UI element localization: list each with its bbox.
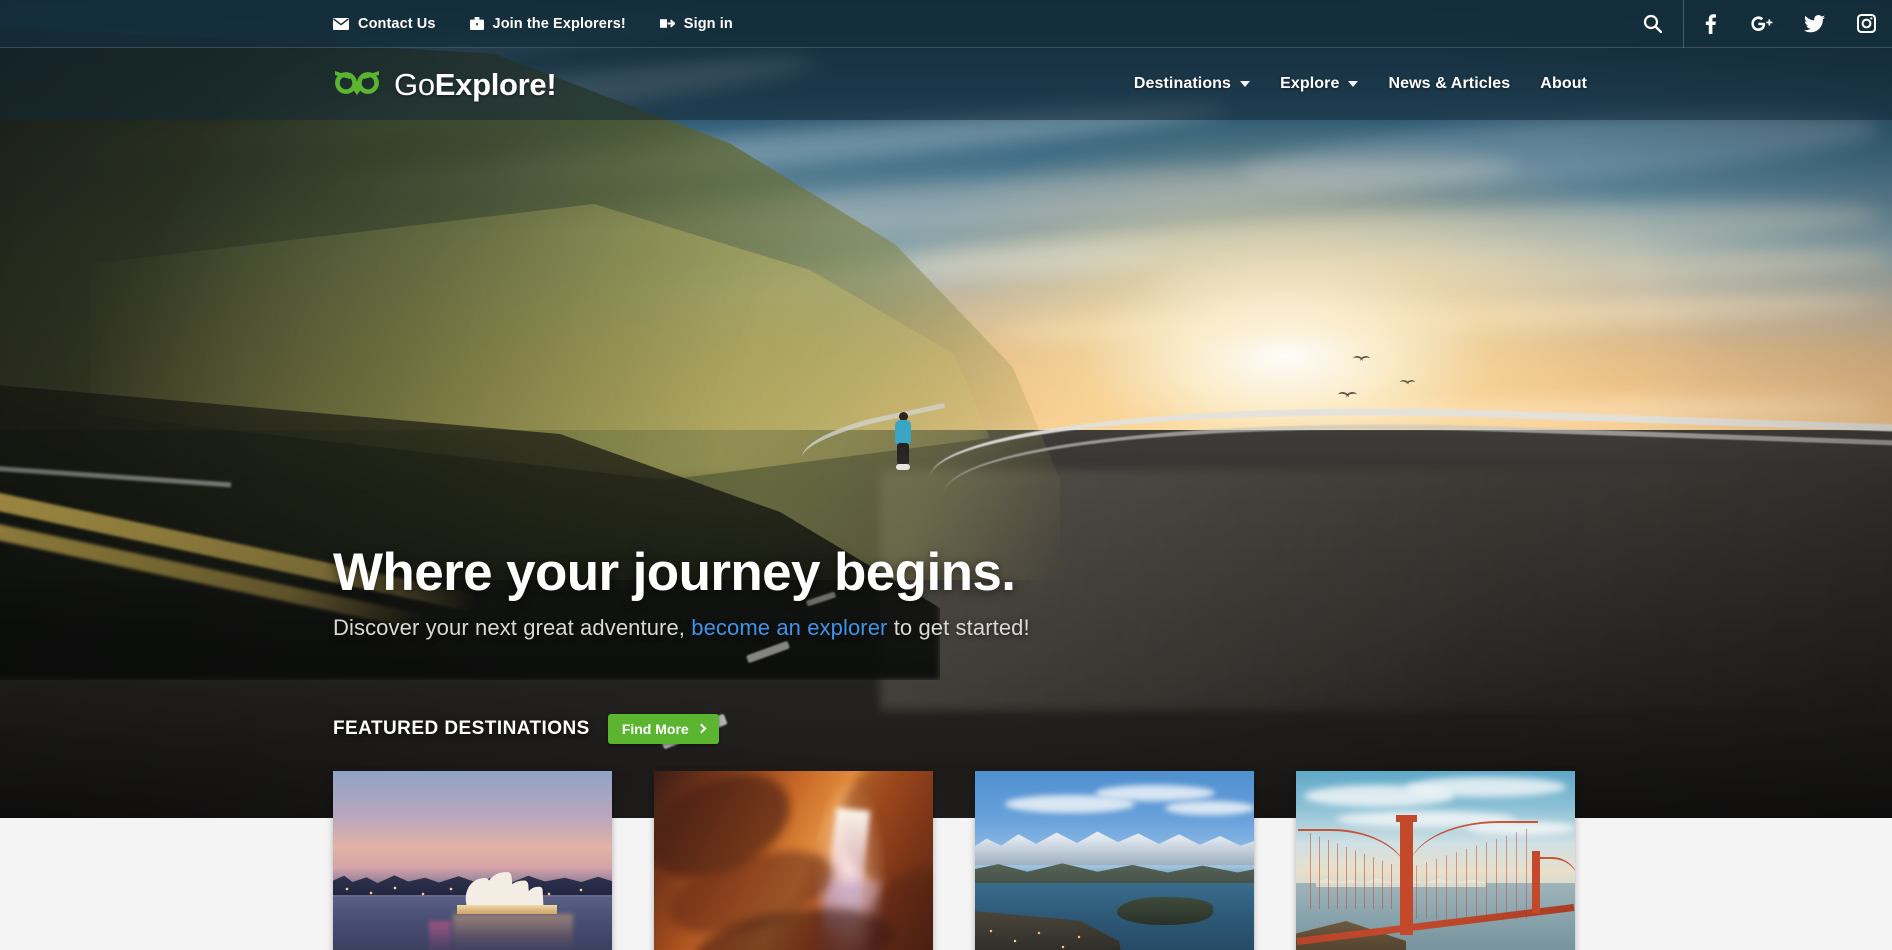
destination-card-antelope-canyon[interactable] [654, 771, 933, 950]
top-utility-links: Contact Us Join the Explorers! Sign in [333, 16, 733, 32]
hero-copy: Where your journey begins. Discover your… [333, 543, 1533, 641]
sign-in-label: Sign in [683, 15, 733, 32]
hero-subtitle-after: to get started! [887, 615, 1030, 641]
nav-label-explore: Explore [1280, 75, 1340, 92]
nav-label-news-articles: News & Articles [1388, 75, 1511, 92]
contact-us-link[interactable]: Contact Us [333, 16, 436, 32]
card-image [975, 771, 1254, 950]
destination-card-queenstown[interactable] [975, 771, 1254, 950]
hero-subtitle-before: Discover your next great adventure, [333, 615, 692, 641]
hero-title: Where your journey begins. [333, 543, 1016, 602]
nav-item-explore[interactable]: Explore [1280, 75, 1359, 93]
nav-label-about: About [1540, 75, 1587, 92]
find-more-button[interactable]: Find More [607, 714, 719, 744]
google-plus-link[interactable] [1736, 0, 1788, 48]
briefcase-icon [469, 17, 484, 30]
chevron-down-icon [1348, 81, 1359, 87]
become-an-explorer-link[interactable]: become an explorer [691, 615, 887, 640]
main-nav-items: Destinations Explore News & Articles Abo… [1134, 75, 1587, 93]
featured-destinations-cards [333, 771, 1575, 950]
nav-label-destinations: Destinations [1133, 75, 1232, 92]
destination-card-golden-gate-bridge[interactable] [1296, 771, 1575, 950]
brand-logo[interactable]: GoExplore! [333, 66, 557, 102]
chevron-down-icon [1240, 81, 1251, 87]
hero-subtitle: Discover your next great adventure, beco… [333, 615, 1533, 641]
card-image [1296, 771, 1575, 950]
hero-overlay [0, 0, 1892, 818]
brand-name-bold: Explore! [434, 66, 557, 102]
join-explorers-link[interactable]: Join the Explorers! [469, 15, 626, 32]
page-root: Contact Us Join the Explorers! Sign in G… [0, 0, 1892, 950]
envelope-icon [333, 17, 349, 30]
join-explorers-label: Join the Explorers! [492, 15, 626, 32]
top-utility-right [1622, 0, 1892, 48]
sign-in-icon [659, 17, 675, 30]
featured-destinations-title: FEATURED DESTINATIONS [333, 718, 590, 739]
top-utility-bar: Contact Us Join the Explorers! Sign in [0, 0, 1892, 48]
hero-banner [0, 0, 1892, 818]
nav-item-destinations[interactable]: Destinations [1133, 75, 1251, 93]
sign-in-link[interactable]: Sign in [659, 15, 733, 32]
find-more-label: Find More [621, 721, 689, 737]
search-button[interactable] [1622, 0, 1684, 48]
main-navbar: GoExplore! Destinations Explore News & A… [0, 48, 1892, 120]
card-image [333, 771, 612, 950]
chevron-right-icon [696, 723, 707, 734]
owl-logo-icon [333, 67, 381, 102]
card-image [654, 771, 933, 950]
search-icon [1643, 14, 1662, 33]
brand-name-light: Go [394, 66, 435, 102]
hero-photo [0, 0, 1892, 818]
brand-name: GoExplore! [394, 66, 557, 102]
facebook-link[interactable] [1684, 0, 1736, 48]
twitter-link[interactable] [1788, 0, 1840, 48]
destination-card-sydney-opera-house[interactable] [333, 771, 612, 950]
instagram-icon [1856, 14, 1876, 33]
contact-us-label: Contact Us [358, 15, 436, 32]
google-plus-icon [1750, 15, 1774, 33]
nav-item-about[interactable]: About [1540, 75, 1587, 93]
featured-destinations-header: FEATURED DESTINATIONS Find More [333, 714, 719, 744]
facebook-icon [1705, 13, 1716, 34]
nav-item-news-articles[interactable]: News & Articles [1388, 75, 1510, 93]
instagram-link[interactable] [1840, 0, 1892, 48]
twitter-icon [1803, 14, 1825, 33]
